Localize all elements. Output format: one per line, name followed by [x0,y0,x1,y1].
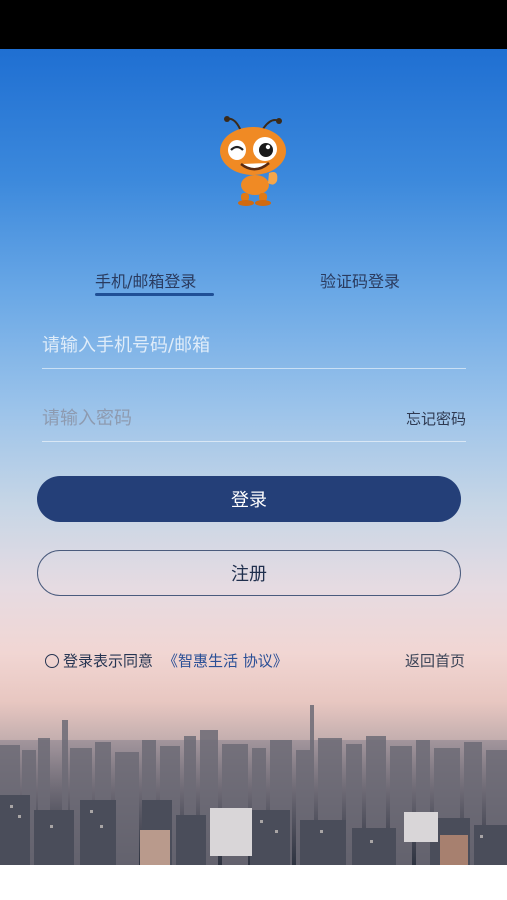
login-button[interactable]: 登录 [37,476,461,522]
agreement-row: 登录表示同意 《智惠生活 协议》 [45,650,288,671]
forgot-password-link[interactable]: 忘记密码 [406,408,466,429]
city-skyline-image [0,705,507,865]
login-screen: 手机/邮箱登录 验证码登录 忘记密码 登录 注册 登录表示同意 《智惠生活 协议… [0,0,507,900]
back-home-link[interactable]: 返回首页 [405,650,465,671]
bottom-bar [0,865,507,900]
password-input[interactable] [42,395,466,441]
tab-active-indicator [95,293,214,296]
agreement-link[interactable]: 《智惠生活 协议》 [163,650,288,671]
agreement-text: 登录表示同意 [63,652,154,670]
status-bar [0,0,507,49]
ant-mascot-logo [220,116,286,206]
password-field: 忘记密码 [42,395,466,442]
register-button[interactable]: 注册 [37,550,461,596]
account-field [42,322,466,369]
account-input[interactable] [42,322,466,368]
tab-phone-email-login[interactable]: 手机/邮箱登录 [95,268,196,292]
agreement-radio[interactable] [45,653,59,668]
tab-code-login[interactable]: 验证码登录 [320,268,400,292]
